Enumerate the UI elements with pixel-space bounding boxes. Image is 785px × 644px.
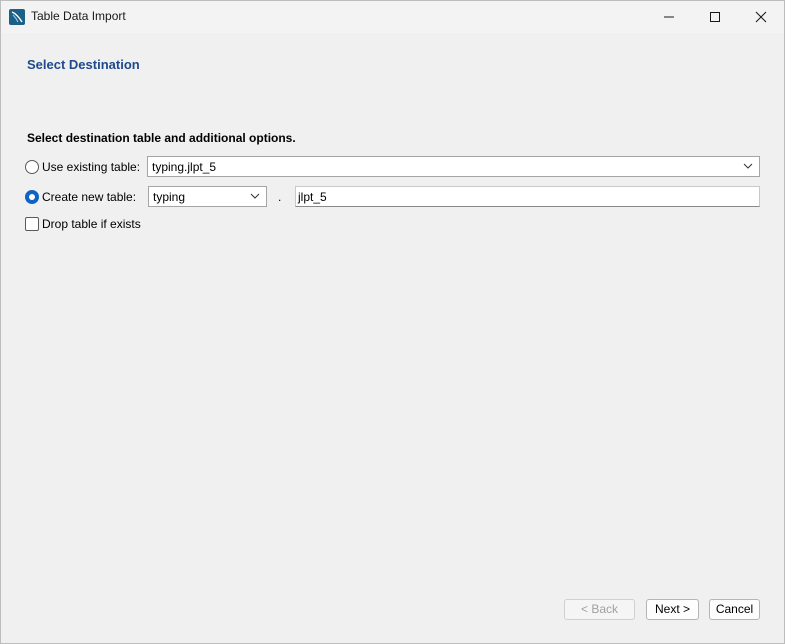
existing-table-dropdown[interactable]: typing.jlpt_5 bbox=[147, 156, 760, 177]
new-table-name-value: jlpt_5 bbox=[298, 190, 327, 204]
existing-table-value: typing.jlpt_5 bbox=[152, 160, 217, 174]
maximize-icon bbox=[710, 12, 720, 22]
maximize-button[interactable] bbox=[692, 1, 738, 33]
table-data-import-window: Table Data Import Select Destination Sel… bbox=[0, 0, 785, 644]
title-bar[interactable]: Table Data Import bbox=[1, 1, 784, 33]
minimize-button[interactable] bbox=[646, 1, 692, 33]
close-button[interactable] bbox=[738, 1, 784, 33]
use-existing-table-label[interactable]: Use existing table: bbox=[42, 160, 140, 174]
schema-dropdown[interactable]: typing bbox=[148, 186, 267, 207]
drop-table-checkbox[interactable] bbox=[25, 217, 39, 231]
schema-table-separator: . bbox=[278, 190, 282, 204]
instructions-text: Select destination table and additional … bbox=[27, 131, 296, 145]
new-table-name-field[interactable]: jlpt_5 bbox=[295, 186, 760, 207]
window-title: Table Data Import bbox=[31, 9, 126, 23]
create-new-table-label[interactable]: Create new table: bbox=[42, 190, 136, 204]
use-existing-table-radio[interactable] bbox=[25, 160, 39, 174]
page-title: Select Destination bbox=[27, 57, 140, 72]
wizard-header: Select Destination bbox=[1, 33, 784, 81]
chevron-down-icon bbox=[250, 193, 260, 199]
mysql-workbench-app-icon bbox=[9, 9, 25, 25]
back-button[interactable]: < Back bbox=[564, 599, 635, 620]
create-new-table-radio[interactable] bbox=[25, 190, 39, 204]
drop-table-label[interactable]: Drop table if exists bbox=[42, 217, 141, 231]
schema-value: typing bbox=[153, 190, 186, 204]
close-icon bbox=[755, 11, 767, 23]
chevron-down-icon bbox=[743, 163, 753, 169]
cancel-button[interactable]: Cancel bbox=[709, 599, 760, 620]
next-button[interactable]: Next > bbox=[646, 599, 699, 620]
minimize-icon bbox=[664, 16, 674, 18]
